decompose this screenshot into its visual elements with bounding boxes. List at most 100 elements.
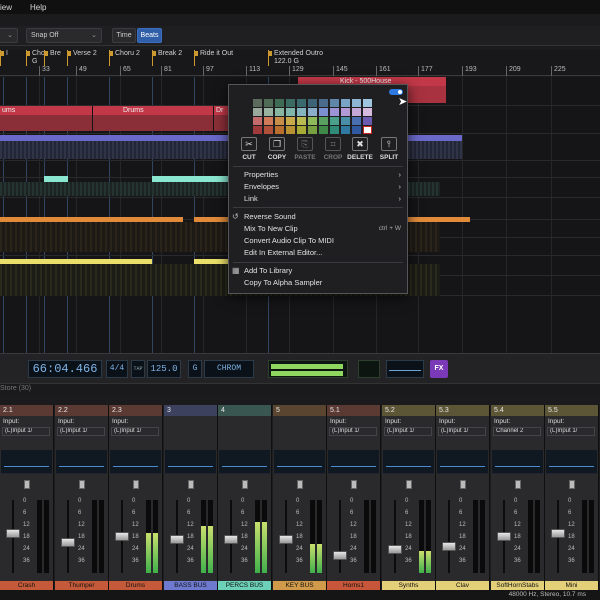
copy-button[interactable]: ❐ COPY: [263, 137, 291, 161]
input-select[interactable]: (L)Input 1/: [438, 427, 486, 436]
color-swatch[interactable]: [253, 117, 262, 125]
color-swatch[interactable]: [341, 108, 350, 116]
pan-control[interactable]: [328, 476, 379, 494]
marker[interactable]: Choru 2: [109, 50, 140, 66]
strip-name-label[interactable]: Mini: [545, 581, 598, 590]
color-swatch[interactable]: [275, 126, 284, 134]
pan-knob[interactable]: [460, 480, 466, 489]
pan-control[interactable]: [1, 476, 52, 494]
fader-handle[interactable]: [497, 532, 511, 541]
color-swatch[interactable]: [297, 126, 306, 134]
fx-button[interactable]: FX: [430, 360, 448, 378]
eq-display[interactable]: [110, 450, 161, 474]
strip-number[interactable]: 2.2: [55, 405, 108, 416]
menu-item-help[interactable]: Help: [30, 3, 46, 12]
strip-name-label[interactable]: Thumper: [55, 581, 108, 590]
pan-control[interactable]: [546, 476, 597, 494]
pan-control[interactable]: [56, 476, 107, 494]
pan-control[interactable]: [383, 476, 434, 494]
color-swatch[interactable]: [341, 99, 350, 107]
color-swatch[interactable]: [330, 126, 339, 134]
strip-name-label[interactable]: Drums: [109, 581, 162, 590]
pan-control[interactable]: [165, 476, 216, 494]
pan-knob[interactable]: [569, 480, 575, 489]
pan-control[interactable]: [219, 476, 270, 494]
color-swatch[interactable]: [319, 108, 328, 116]
fader-track[interactable]: [394, 500, 396, 573]
fader-track[interactable]: [339, 500, 341, 573]
delete-button[interactable]: ✖ DELETE: [346, 137, 374, 161]
grid-dropdown[interactable]: ⌄: [0, 28, 18, 43]
pan-control[interactable]: [492, 476, 543, 494]
color-swatch[interactable]: [253, 99, 262, 107]
time-button[interactable]: Time: [112, 28, 136, 43]
color-swatch[interactable]: [363, 108, 372, 116]
input-select[interactable]: (L)Input 1/: [329, 427, 377, 436]
eq-display[interactable]: [1, 450, 52, 474]
input-select[interactable]: (L)Input 1/: [2, 427, 50, 436]
strip-number[interactable]: 3: [164, 405, 217, 416]
strip-number[interactable]: 5.5: [545, 405, 598, 416]
menu-item-convert-midi[interactable]: Convert Audio Clip To MIDI: [229, 235, 407, 247]
color-swatch[interactable]: [286, 126, 295, 134]
menu-item-envelopes[interactable]: Envelopes ›: [229, 181, 407, 193]
fader-handle[interactable]: [333, 551, 347, 561]
pan-control[interactable]: [110, 476, 161, 494]
color-swatch[interactable]: [363, 99, 372, 107]
fader-handle[interactable]: [388, 544, 402, 554]
strip-name-label[interactable]: KEY BUS: [273, 581, 326, 590]
clip-drums[interactable]: Drums: [93, 106, 213, 131]
eq-display[interactable]: [383, 450, 434, 474]
color-swatch[interactable]: [308, 117, 317, 125]
input-select[interactable]: Channel 2: [493, 427, 541, 436]
color-swatch[interactable]: [264, 126, 273, 134]
color-swatch[interactable]: [330, 108, 339, 116]
color-swatch[interactable]: [330, 99, 339, 107]
tempo-display[interactable]: 125.0: [147, 360, 181, 378]
menu-item-copy-alpha[interactable]: Copy To Alpha Sampler: [229, 277, 407, 289]
color-swatch[interactable]: [352, 126, 361, 134]
fader-handle[interactable]: [6, 528, 20, 538]
tap-button[interactable]: TAP: [131, 360, 145, 378]
color-swatch[interactable]: [319, 117, 328, 125]
store-label[interactable]: Store (30): [0, 385, 31, 392]
menu-item-edit-external[interactable]: Edit In External Editor...: [229, 247, 407, 259]
marker[interactable]: Ride it Out: [194, 50, 233, 66]
pan-knob[interactable]: [24, 480, 30, 489]
menu-item-properties[interactable]: Properties ›: [229, 169, 407, 181]
color-swatch[interactable]: [319, 126, 328, 134]
fader-handle[interactable]: [224, 535, 238, 545]
strip-number[interactable]: 5.3: [436, 405, 489, 416]
input-select[interactable]: (L)Input 1/: [57, 427, 105, 436]
color-swatch[interactable]: [286, 99, 295, 107]
color-swatch[interactable]: [308, 126, 317, 134]
color-swatch[interactable]: [352, 108, 361, 116]
strip-number[interactable]: 4: [218, 405, 271, 416]
marker[interactable]: I: [0, 50, 8, 66]
menu-item-mix-new-clip[interactable]: Mix To New Clip ctrl + W: [229, 223, 407, 235]
fader-handle[interactable]: [551, 528, 565, 538]
strip-name-label[interactable]: BASS BUS: [164, 581, 217, 590]
color-swatch[interactable]: [253, 108, 262, 116]
strip-name-label[interactable]: PERCS BUS: [218, 581, 271, 590]
color-swatch[interactable]: [297, 99, 306, 107]
input-select[interactable]: (L)Input 1/: [384, 427, 432, 436]
timeline-ruler[interactable]: 33 49 65 81 97 113 129 145 161 177 193 2…: [0, 66, 600, 76]
color-swatch[interactable]: [330, 117, 339, 125]
color-swatch[interactable]: [308, 99, 317, 107]
color-swatch[interactable]: [363, 126, 372, 134]
color-swatch[interactable]: [352, 117, 361, 125]
menu-item-reverse-sound[interactable]: ↺ Reverse Sound: [229, 211, 407, 223]
color-swatch[interactable]: [341, 117, 350, 125]
pan-knob[interactable]: [133, 480, 139, 489]
scale-display[interactable]: CHROM: [204, 360, 254, 378]
color-swatch[interactable]: [264, 99, 273, 107]
color-swatch[interactable]: [264, 117, 273, 125]
fader-handle[interactable]: [279, 535, 293, 545]
color-swatch[interactable]: [352, 99, 361, 107]
pan-knob[interactable]: [406, 480, 412, 489]
color-swatch[interactable]: [286, 108, 295, 116]
marker[interactable]: Break 2: [152, 50, 182, 66]
fader-track[interactable]: [67, 500, 69, 573]
pan-control[interactable]: [274, 476, 325, 494]
